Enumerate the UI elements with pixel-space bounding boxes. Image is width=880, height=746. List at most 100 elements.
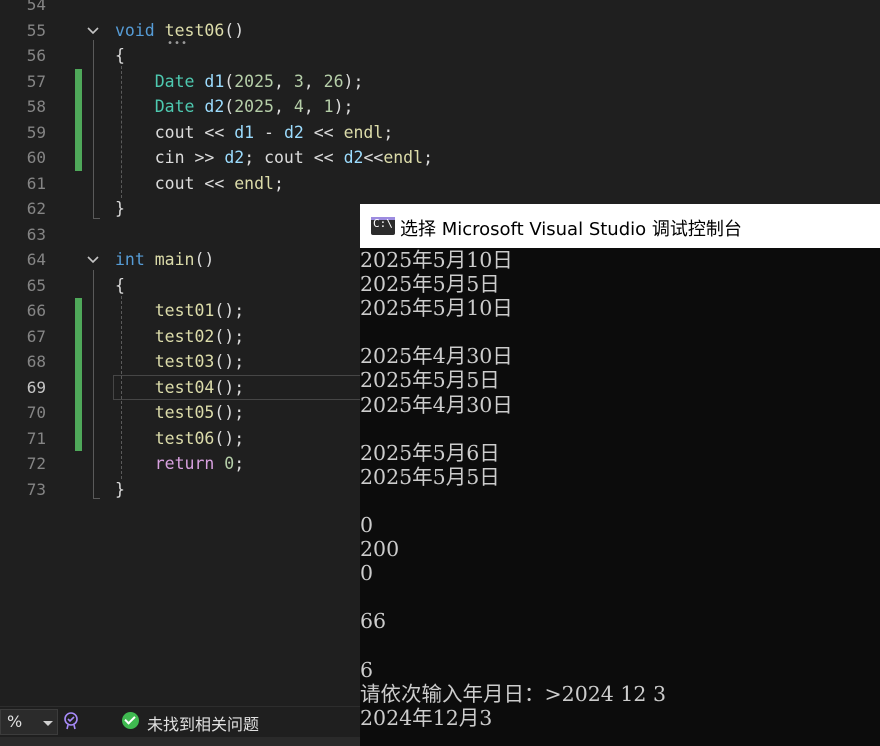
code-token: endl — [383, 148, 424, 167]
code-token: 0 — [224, 454, 235, 473]
code-line[interactable]: 61 cout << endl; — [0, 171, 880, 197]
code-text: return 0; — [115, 451, 244, 477]
code-line[interactable]: 59 cout << d1 - d2 << endl; — [0, 119, 880, 146]
console-line: 2025年4月30日 — [360, 392, 513, 417]
code-token: } — [115, 479, 125, 499]
code-token: << — [194, 173, 235, 193]
line-number: 69 — [26, 377, 46, 397]
console-line: 2025年5月5日 — [360, 272, 500, 297]
code-token: d2 — [343, 148, 364, 167]
code-token: d1 — [234, 122, 255, 142]
console-line: 200 — [360, 537, 400, 562]
console-line: 2025年4月30日 — [360, 344, 513, 369]
chevron-down-icon[interactable] — [86, 253, 100, 267]
code-token: (); — [214, 301, 245, 320]
fold-region-line — [93, 270, 100, 499]
code-text: test02(); — [115, 324, 244, 350]
issues-status[interactable]: 未找到相关问题 — [147, 711, 259, 735]
code-token: return — [154, 454, 225, 473]
change-indicator — [75, 145, 82, 171]
console-title-bar[interactable]: C:\ 选择 Microsoft Visual Studio 调试控制台 — [360, 204, 880, 248]
line-number: 58 — [26, 97, 46, 116]
change-indicator — [75, 400, 82, 426]
code-token: , — [303, 97, 324, 116]
code-token: cout — [264, 148, 304, 167]
code-text: int main() — [115, 247, 214, 273]
console-line: 请依次输入年月日：>2024 12 3 — [360, 681, 667, 706]
code-token: Date — [154, 71, 205, 91]
line-number: 73 — [26, 479, 46, 499]
debug-console-window[interactable]: C:\ 选择 Microsoft Visual Studio 调试控制台 202… — [360, 204, 880, 746]
code-line[interactable]: 54 — [0, 0, 880, 18]
suggestion-dots[interactable]: ••• — [167, 38, 188, 49]
console-output[interactable]: 2025年5月10日 2025年5月5日 2025年5月10日 2025年4月30日 2… — [360, 248, 880, 730]
code-token: 4 — [293, 97, 304, 116]
code-token: - — [254, 122, 284, 142]
code-token: test06 — [164, 20, 225, 40]
code-line[interactable]: 56 { — [0, 43, 880, 69]
code-token: , — [273, 97, 294, 116]
change-indicator — [75, 298, 82, 324]
console-app-icon: C:\ — [371, 217, 395, 235]
line-number: 60 — [26, 148, 46, 167]
line-number: 57 — [26, 71, 46, 91]
code-token: endl — [234, 173, 274, 193]
check-circle-icon — [122, 712, 139, 729]
code-text: test05(); — [115, 400, 244, 426]
code-token: ; — [244, 148, 265, 167]
code-token: << — [303, 122, 344, 142]
code-token: d2 — [204, 97, 225, 116]
code-token: ( — [224, 97, 235, 116]
code-token: << — [363, 148, 384, 167]
code-token: (); — [214, 403, 245, 422]
code-token: endl — [343, 122, 384, 142]
code-token: ( — [224, 71, 235, 91]
code-token: ; — [423, 148, 433, 167]
change-indicator — [75, 119, 82, 145]
console-line: 2025年5月5日 — [360, 368, 500, 393]
code-line[interactable]: 60 cin >> d2; cout << d2<<endl; — [0, 145, 880, 171]
bottom-strip — [0, 737, 360, 746]
line-number: 65 — [26, 275, 46, 295]
change-indicator — [75, 349, 82, 375]
code-token: cin — [154, 148, 185, 167]
code-text: } — [115, 477, 125, 503]
code-token: main — [154, 250, 195, 269]
code-health-icon[interactable] — [62, 711, 82, 731]
console-line: 2025年5月5日 — [360, 464, 500, 489]
chevron-down-icon[interactable] — [86, 24, 100, 38]
code-token: << — [194, 122, 235, 142]
code-line[interactable]: 55 void test06() — [0, 18, 880, 44]
line-number: 66 — [26, 301, 46, 320]
code-token: test03 — [154, 352, 215, 371]
code-text: cout << d1 - d2 << endl; — [115, 120, 394, 146]
line-number: 62 — [26, 199, 46, 218]
code-text: } — [115, 196, 125, 222]
console-line: 0 — [360, 513, 374, 538]
code-token: } — [115, 199, 125, 218]
code-token: d2 — [224, 148, 245, 167]
code-line[interactable]: 57 Date d1(2025, 3, 26); — [0, 68, 880, 94]
code-token: { — [115, 46, 125, 65]
console-line: 6 — [360, 657, 374, 682]
console-title: 选择 Microsoft Visual Studio 调试控制台 — [400, 219, 742, 240]
line-number: 56 — [26, 46, 46, 65]
console-line: 0 — [360, 561, 374, 586]
zoom-dropdown[interactable]: % — [0, 709, 58, 735]
line-number: 71 — [26, 428, 46, 448]
code-token: 26 — [323, 71, 344, 91]
code-token: d1 — [204, 71, 225, 91]
code-token: d2 — [283, 122, 304, 142]
code-token: (); — [214, 352, 245, 371]
code-token: ; — [234, 454, 245, 473]
chevron-down-icon — [43, 721, 53, 726]
code-line[interactable]: 58 Date d2(2025, 4, 1); — [0, 94, 880, 120]
code-token: { — [115, 275, 125, 295]
code-token: cout — [154, 173, 195, 193]
change-indicator — [75, 425, 82, 451]
code-text: Date d2(2025, 4, 1); — [115, 94, 354, 120]
code-text: test06(); — [115, 426, 244, 452]
